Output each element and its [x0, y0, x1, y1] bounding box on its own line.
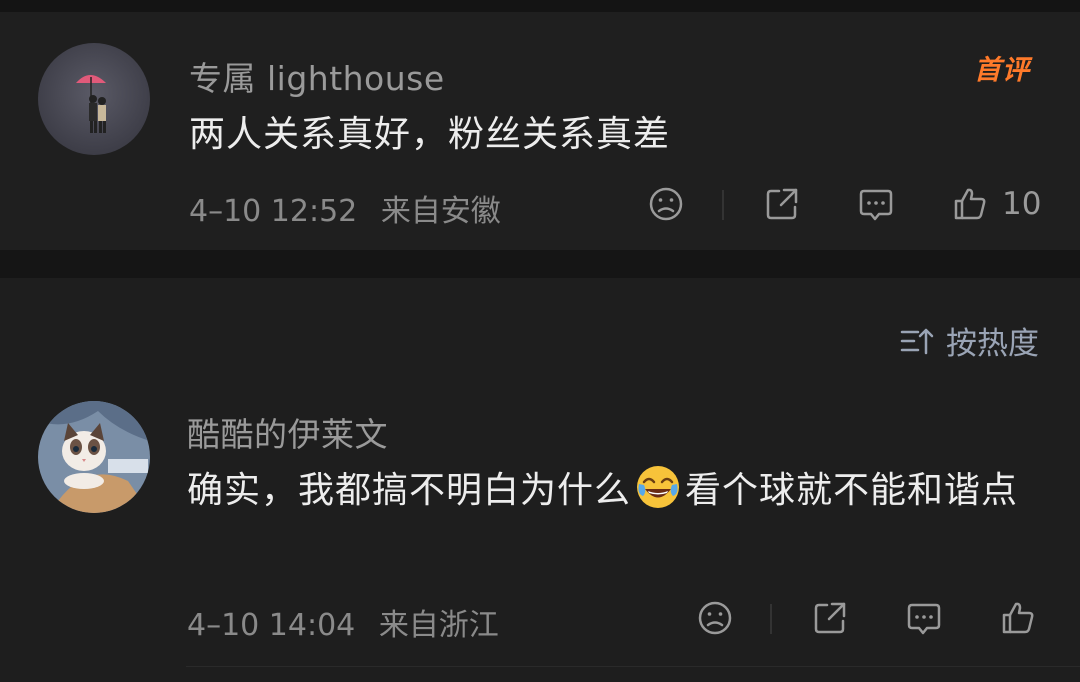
share-icon — [766, 188, 798, 220]
avatar-2[interactable] — [38, 401, 150, 513]
thumbs-up-icon — [1002, 602, 1034, 634]
username-1[interactable]: 专属 lighthouse — [189, 52, 445, 100]
dislike-button-1[interactable] — [648, 186, 684, 222]
comment-meta-1: 4–10 12:52 来自安徽 — [189, 186, 501, 230]
action-divider-1 — [722, 190, 724, 220]
bottom-divider — [186, 666, 1080, 667]
sad-face-icon — [698, 601, 732, 635]
action-divider-2 — [770, 604, 772, 634]
comment-meta-2: 4–10 14:04 来自浙江 — [187, 600, 499, 644]
sad-face-icon — [649, 187, 683, 221]
thumbs-up-icon — [954, 188, 986, 220]
comment-bubble-icon — [907, 603, 941, 635]
comment-text-1: 两人关系真好，粉丝关系真差 — [189, 114, 671, 155]
comment-date-2: 4–10 14:04 — [187, 608, 356, 643]
like-button-1[interactable]: 10 — [952, 186, 1041, 222]
comment-text-2-part2: 看个球就不能和谐点 — [685, 470, 1019, 511]
like-button-2[interactable] — [1000, 600, 1036, 636]
share-icon — [814, 602, 846, 634]
username-2[interactable]: 酷酷的伊莱文 — [187, 408, 388, 456]
sort-icon — [900, 328, 934, 354]
comment-text-2-part1: 确实，我都搞不明白为什么 — [187, 470, 632, 511]
section-gap — [0, 250, 1080, 278]
comment-location-1: 来自安徽 — [380, 194, 501, 229]
sort-by-hot-button[interactable]: 按热度 — [900, 318, 1039, 363]
avatar-umbrella-image — [38, 43, 150, 155]
comment-date-1: 4–10 12:52 — [189, 194, 358, 229]
first-comment-badge: 首评 — [974, 55, 1030, 86]
reply-button-2[interactable] — [906, 601, 942, 637]
avatar-1[interactable] — [38, 43, 150, 155]
comment-bubble-icon — [859, 189, 893, 221]
top-strip — [0, 0, 1080, 12]
comment-location-2: 来自浙江 — [378, 608, 499, 643]
share-button-1[interactable] — [764, 186, 800, 222]
reply-button-1[interactable] — [858, 187, 894, 223]
comment-text-2: 确实，我都搞不明白为什么 看个球就不能和谐点 — [187, 462, 1057, 520]
avatar-cat-image — [38, 401, 150, 513]
laughing-crying-emoji-icon — [637, 466, 680, 508]
dislike-button-2[interactable] — [697, 600, 733, 636]
share-button-2[interactable] — [812, 600, 848, 636]
like-count-1: 10 — [1002, 186, 1042, 222]
sort-label: 按热度 — [946, 326, 1039, 362]
